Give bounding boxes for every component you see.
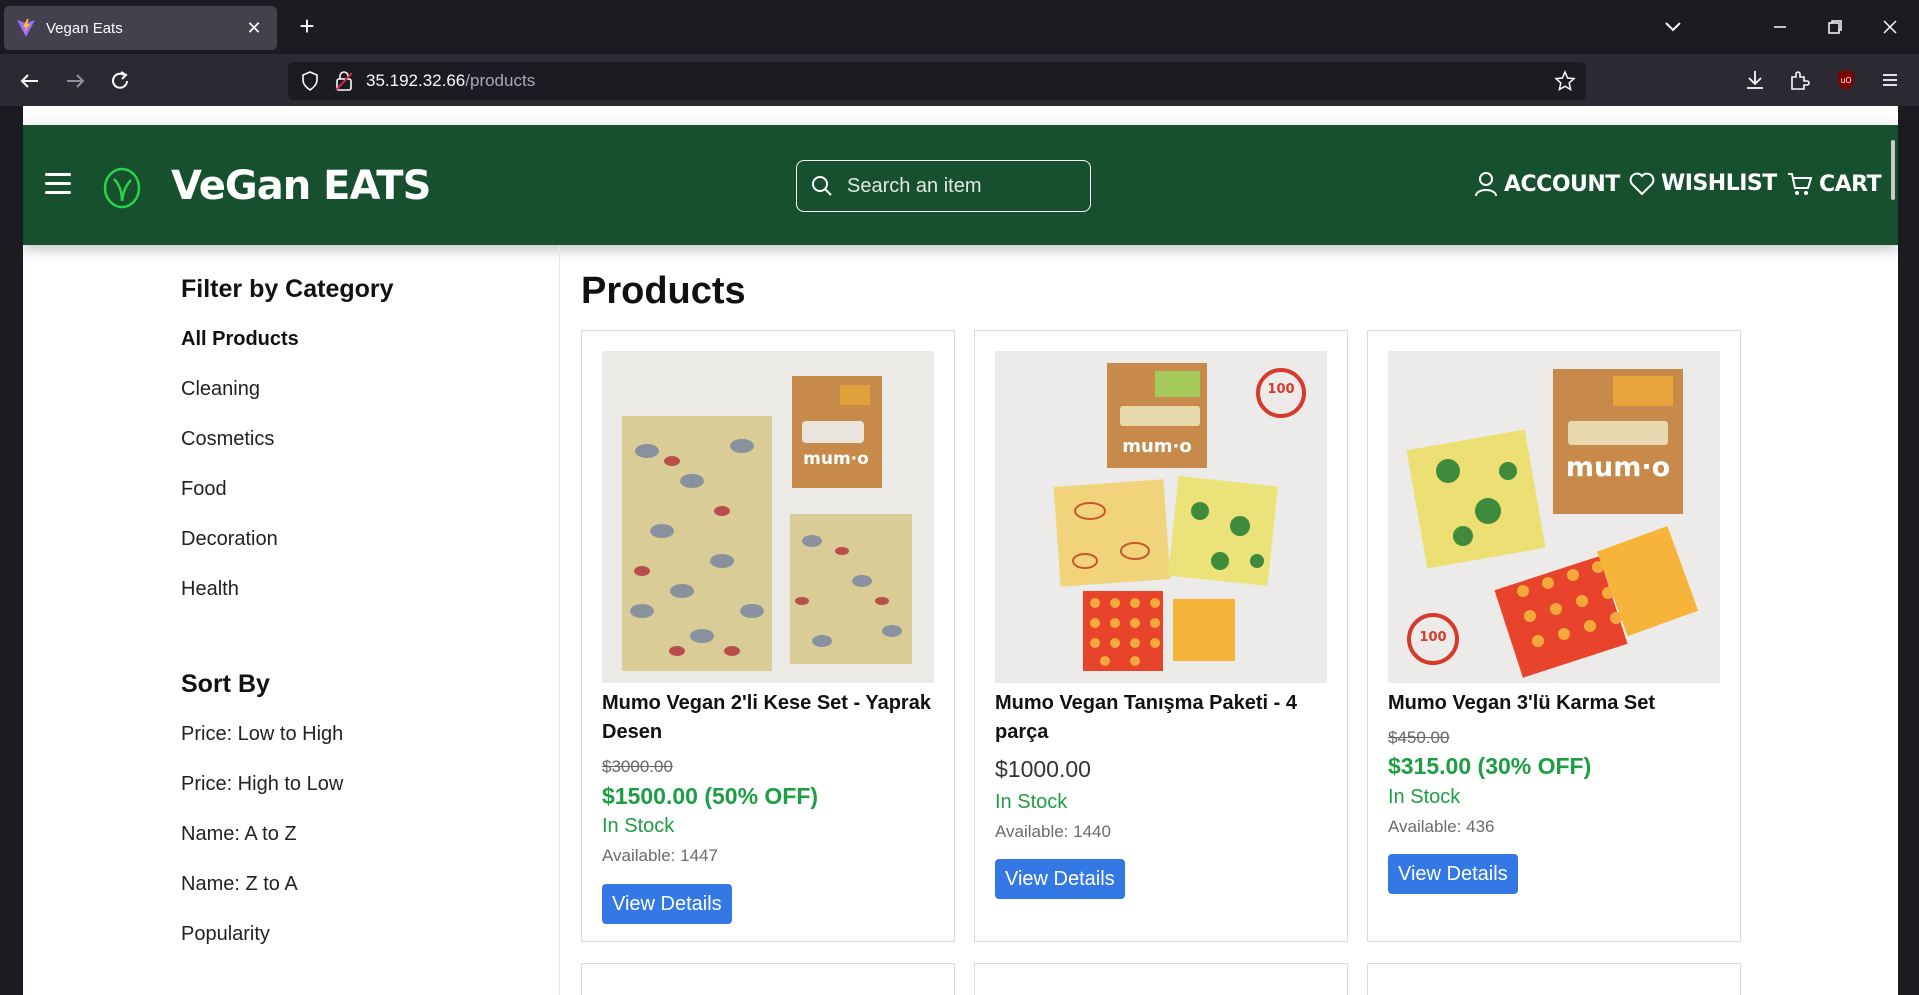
sort-popularity[interactable]: Popularity [181,923,270,946]
sort-heading: Sort By [181,670,270,698]
url-host: 35.192.32.66 [366,71,466,90]
product-photo-wraps: mum·o 100 [995,351,1327,683]
sort-name-z-a[interactable]: Name: Z to A [181,873,298,896]
product-card-partial [1367,963,1741,995]
category-cosmetics[interactable]: Cosmetics [181,428,274,451]
available-count: Available: 1440 [995,822,1111,841]
category-health[interactable]: Health [181,578,239,601]
category-cleaning[interactable]: Cleaning [181,378,260,401]
minimize-icon[interactable] [1767,14,1793,40]
user-icon [1475,172,1497,197]
browser-tab-bar: Vegan Eats ✕ + [0,0,1919,54]
back-arrow-icon[interactable] [16,67,44,95]
insecure-lock-icon[interactable] [334,70,354,92]
product-card: mum·o Mumo Vegan 2'li Kese Set - Yaprak … [581,330,955,942]
wishlist-label: WISHLIST [1661,171,1777,196]
brand-name[interactable]: VeGan EATS [171,163,431,209]
available-count: Available: 436 [1388,817,1495,836]
stock-status: In Stock [1388,786,1461,808]
view-details-button[interactable]: View Details [602,884,732,924]
view-details-button[interactable]: View Details [1388,854,1518,894]
original-price: $3000.00 [602,757,673,776]
product-card-partial [581,963,955,995]
product-card-partial [974,963,1348,995]
reload-icon[interactable] [106,67,134,95]
svg-text:uO: uO [1840,76,1851,85]
product-name[interactable]: Mumo Vegan Tanışma Paketi - 4 parça [995,689,1330,747]
category-all-products[interactable]: All Products [181,328,299,351]
ublock-shield-icon[interactable]: uO [1833,67,1859,93]
search-box[interactable] [796,160,1091,212]
filter-sidebar: Filter by Category All Products Cleaning… [23,245,560,995]
filter-heading: Filter by Category [181,275,394,303]
browser-tab[interactable]: Vegan Eats ✕ [4,6,277,50]
restore-icon[interactable] [1822,14,1848,40]
svg-text:100: 100 [1419,630,1446,645]
tab-title: Vegan Eats [46,19,123,37]
svg-text:mum·o: mum·o [803,449,869,469]
product-name[interactable]: Mumo Vegan 3'lü Karma Set [1388,689,1723,718]
available-count: Available: 1447 [602,846,718,865]
sale-price: $315.00 (30% OFF) [1388,753,1592,779]
heart-icon [1629,172,1655,195]
sort-price-low-high[interactable]: Price: Low to High [181,723,343,746]
cart-link[interactable]: CART [1787,171,1882,197]
sort-name-a-z[interactable]: Name: A to Z [181,823,297,846]
category-decoration[interactable]: Decoration [181,528,278,551]
product-image[interactable]: mum·o 100 [1388,351,1720,683]
shield-icon[interactable] [300,71,320,91]
category-food[interactable]: Food [181,478,227,501]
product-photo-bags: mum·o [602,351,934,683]
url-text[interactable]: 35.192.32.66/products [366,71,535,91]
chevron-down-icon[interactable] [1660,14,1686,40]
sale-price: $1500.00 (50% OFF) [602,783,819,809]
site-header: VeGan EATS ACCOUNT WISHLIST CART [23,125,1898,245]
vite-favicon-icon [17,19,35,37]
browser-nav-bar: 35.192.32.66/products uO [0,54,1919,106]
page-viewport: VeGan EATS ACCOUNT WISHLIST CART Filter … [23,106,1898,995]
download-icon[interactable] [1742,67,1768,93]
product-card: mum·o 100 Mumo Vegan Tanışma Paketi - 4 … [974,330,1348,942]
svg-text:mum·o: mum·o [1122,436,1192,457]
page-scrollbar[interactable] [1891,140,1895,200]
hamburger-menu-icon[interactable] [45,173,71,195]
close-window-icon[interactable] [1877,14,1903,40]
search-icon [812,176,832,196]
account-label: ACCOUNT [1504,171,1620,197]
product-image[interactable]: mum·o [602,351,934,683]
stock-status: In Stock [995,791,1068,813]
product-photo-mixed-set: mum·o 100 [1388,351,1720,683]
original-price: $450.00 [1388,728,1450,747]
forward-arrow-icon[interactable] [61,67,89,95]
cart-icon [1788,173,1813,195]
wishlist-link[interactable]: WISHLIST [1629,171,1777,196]
extensions-icon[interactable] [1787,67,1813,93]
close-tab-icon[interactable]: ✕ [243,18,265,39]
menu-icon[interactable] [1877,67,1903,93]
svg-text:100: 100 [1267,382,1294,397]
sort-price-high-low[interactable]: Price: High to Low [181,773,343,796]
stock-status: In Stock [602,815,675,837]
product-image[interactable]: mum·o 100 [995,351,1327,683]
page-title: Products [581,270,746,312]
bookmark-star-icon[interactable] [1554,70,1576,92]
svg-text:mum·o: mum·o [1566,452,1670,483]
address-bar[interactable]: 35.192.32.66/products [288,62,1586,100]
view-details-button[interactable]: View Details [995,859,1125,899]
product-card: mum·o 100 Mumo Vegan 3'lü Karma Set $450… [1367,330,1741,942]
product-price: $1000.00 [995,756,1091,782]
account-link[interactable]: ACCOUNT [1474,171,1620,197]
vegan-leaf-logo-icon[interactable] [103,167,141,209]
search-input[interactable] [847,174,1067,198]
url-path: /products [465,71,536,90]
new-tab-icon[interactable]: + [292,12,322,42]
cart-label: CART [1819,171,1882,197]
product-name[interactable]: Mumo Vegan 2'li Kese Set - Yaprak Desen [602,689,937,747]
